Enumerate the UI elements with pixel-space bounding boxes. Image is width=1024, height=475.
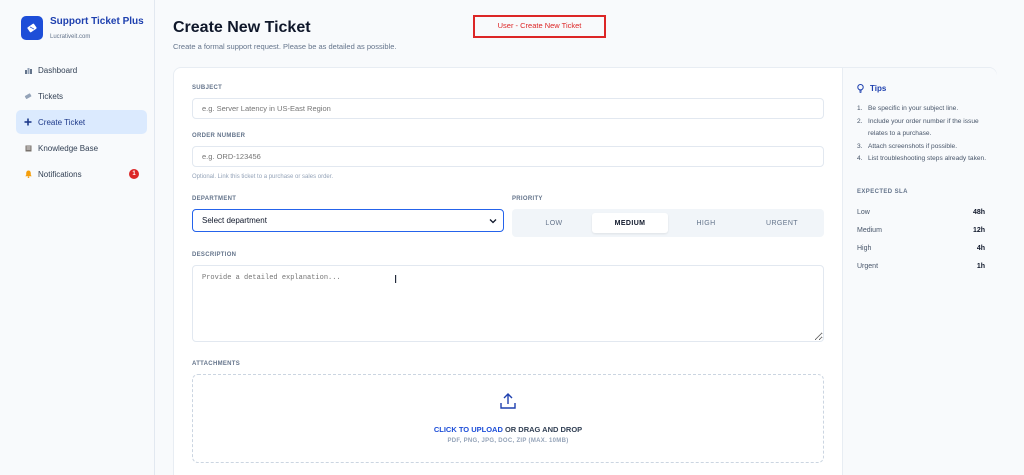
ticket-form-card: SUBJECT ORDER NUMBER Optional. Link this… bbox=[173, 67, 997, 475]
sidebar-nav: Dashboard Tickets Create Ticket Knowledg… bbox=[16, 58, 147, 188]
tips-panel: Tips 1. Be specific in your subject line.… bbox=[842, 68, 997, 475]
sidebar-item-notifications[interactable]: Notifications 1 bbox=[16, 162, 147, 186]
sidebar-item-label: Tickets bbox=[38, 91, 64, 101]
attachment-dropzone[interactable]: CLICK TO UPLOAD OR DRAG AND DROP PDF, PN… bbox=[192, 374, 824, 463]
plus-icon bbox=[24, 118, 32, 126]
book-icon bbox=[24, 144, 32, 152]
priority-segmented-control: LOW MEDIUM HIGH URGENT bbox=[512, 209, 824, 237]
text-cursor-icon: I bbox=[394, 273, 398, 286]
ticket-icon bbox=[24, 92, 32, 100]
sla-row-high: High 4h bbox=[857, 245, 985, 252]
dashboard-icon bbox=[24, 66, 32, 74]
priority-low[interactable]: LOW bbox=[516, 213, 592, 233]
sidebar-item-label: Dashboard bbox=[38, 65, 78, 75]
subject-input[interactable] bbox=[192, 98, 824, 119]
brand-subtitle: Lucrativeit.com bbox=[50, 34, 91, 40]
upload-icon bbox=[499, 392, 517, 410]
sla-row-urgent: Urgent 1h bbox=[857, 263, 985, 270]
brand-logo-icon bbox=[21, 16, 43, 40]
sidebar-item-label: Create Ticket bbox=[38, 117, 86, 127]
priority-high[interactable]: HIGH bbox=[668, 213, 744, 233]
sidebar: Support Ticket Plus Lucrativeit.com Dash… bbox=[0, 0, 155, 475]
description-label: DESCRIPTION bbox=[192, 252, 237, 258]
order-number-hint: Optional. Link this ticket to a purchase… bbox=[192, 174, 334, 180]
sidebar-item-tickets[interactable]: Tickets bbox=[16, 84, 147, 108]
tip-item: 1. Be specific in your subject line. bbox=[857, 105, 959, 112]
bell-icon bbox=[24, 170, 32, 178]
sidebar-item-label: Notifications bbox=[38, 169, 82, 179]
priority-label: PRIORITY bbox=[512, 196, 543, 202]
sidebar-item-label: Knowledge Base bbox=[38, 143, 99, 153]
allowed-file-types: PDF, PNG, JPG, DOC, ZIP (MAX. 10MB) bbox=[447, 438, 569, 444]
description-textarea[interactable] bbox=[192, 265, 824, 342]
department-select[interactable]: Select department bbox=[192, 209, 504, 232]
tip-item: 2. Include your order number if the issue… bbox=[857, 117, 979, 138]
sla-row-low: Low 48h bbox=[857, 209, 985, 216]
order-number-input[interactable] bbox=[192, 146, 824, 167]
tips-header: Tips bbox=[857, 84, 886, 93]
page-title: Create New Ticket bbox=[173, 19, 311, 36]
notification-badge: 1 bbox=[129, 169, 139, 179]
tip-item: 3. Attach screenshots if possible. bbox=[857, 142, 958, 150]
upload-instructions: CLICK TO UPLOAD OR DRAG AND DROP bbox=[193, 425, 823, 434]
sidebar-item-knowledge-base[interactable]: Knowledge Base bbox=[16, 136, 147, 160]
priority-urgent[interactable]: URGENT bbox=[744, 213, 820, 233]
sidebar-item-dashboard[interactable]: Dashboard bbox=[16, 58, 147, 82]
click-to-upload-link[interactable]: CLICK TO UPLOAD bbox=[434, 425, 503, 434]
drag-drop-text: OR DRAG AND DROP bbox=[502, 425, 583, 434]
subject-label: SUBJECT bbox=[192, 85, 223, 91]
tip-item: 4. List troubleshooting steps already tak… bbox=[857, 155, 987, 162]
attachments-label: ATTACHMENTS bbox=[192, 361, 241, 367]
page-subtitle: Create a formal support request. Please … bbox=[173, 42, 397, 51]
department-select-value: Select department bbox=[202, 216, 267, 225]
lightbulb-icon bbox=[857, 84, 864, 93]
sla-header: EXPECTED SLA bbox=[857, 189, 908, 195]
ticket-form: SUBJECT ORDER NUMBER Optional. Link this… bbox=[174, 68, 842, 475]
brand[interactable]: Support Ticket Plus Lucrativeit.com bbox=[21, 16, 144, 40]
order-number-label: ORDER NUMBER bbox=[192, 133, 246, 139]
brand-name: Support Ticket Plus bbox=[50, 16, 144, 27]
priority-medium[interactable]: MEDIUM bbox=[592, 213, 668, 233]
tips-list: 1. Be specific in your subject line. 2. In… bbox=[857, 103, 989, 166]
chevron-down-icon bbox=[489, 217, 497, 225]
department-label: DEPARTMENT bbox=[192, 196, 237, 202]
sidebar-item-create-ticket[interactable]: Create Ticket bbox=[16, 110, 147, 134]
tips-title: Tips bbox=[870, 84, 887, 93]
sla-row-medium: Medium 12h bbox=[857, 227, 985, 234]
screen-annotation-label: User - Create New Ticket bbox=[473, 15, 606, 38]
